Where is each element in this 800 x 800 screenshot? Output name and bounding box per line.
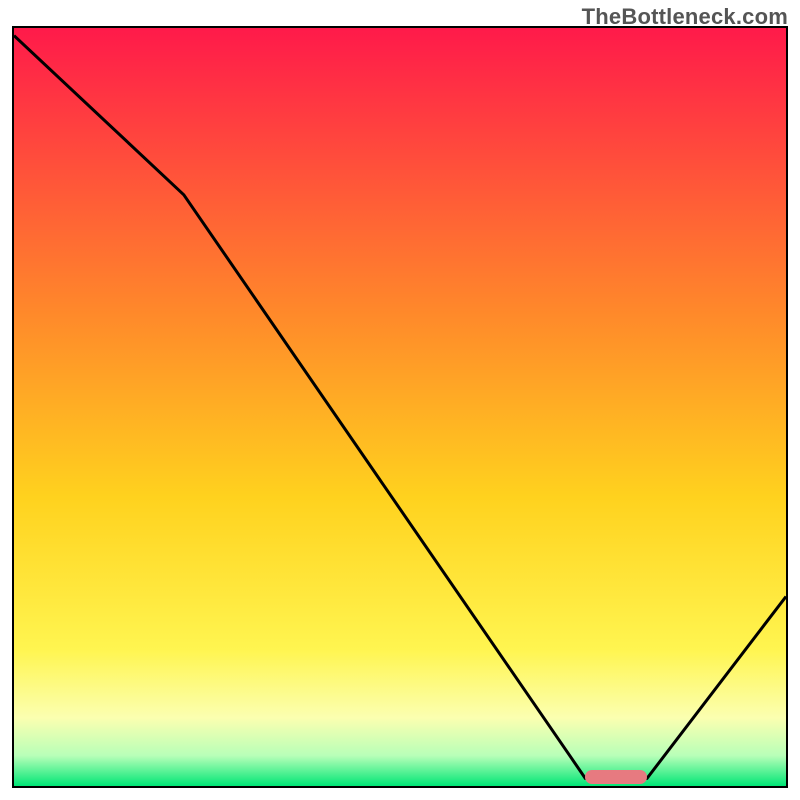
chart-container: TheBottleneck.com — [0, 0, 800, 800]
watermark-text: TheBottleneck.com — [582, 4, 788, 30]
curve-line — [14, 28, 786, 786]
curve-path — [14, 36, 786, 779]
plot-area — [12, 26, 788, 788]
optimal-marker — [585, 770, 647, 784]
